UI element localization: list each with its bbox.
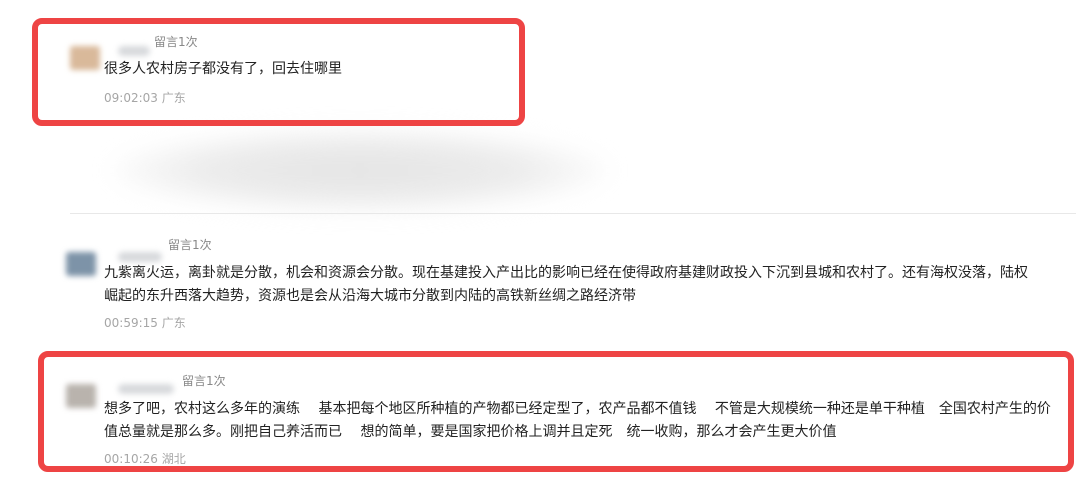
comment-meta: 00:10:26 湖北	[104, 450, 186, 467]
username-redacted	[118, 384, 174, 394]
comment-text: 想多了吧，农村这么多年的演练 基本把每个地区所种植的产物都已经定型了，农产品都不…	[104, 401, 1051, 440]
comment-time: 00:10:26	[104, 452, 158, 466]
comment-item-3: 留言1次 想多了吧，农村这么多年的演练 基本把每个地区所种植的产物都已经定型了，…	[0, 0, 1076, 478]
comment-location: 湖北	[161, 452, 186, 466]
avatar[interactable]	[66, 384, 96, 408]
comment-count: 留言1次	[182, 374, 226, 388]
